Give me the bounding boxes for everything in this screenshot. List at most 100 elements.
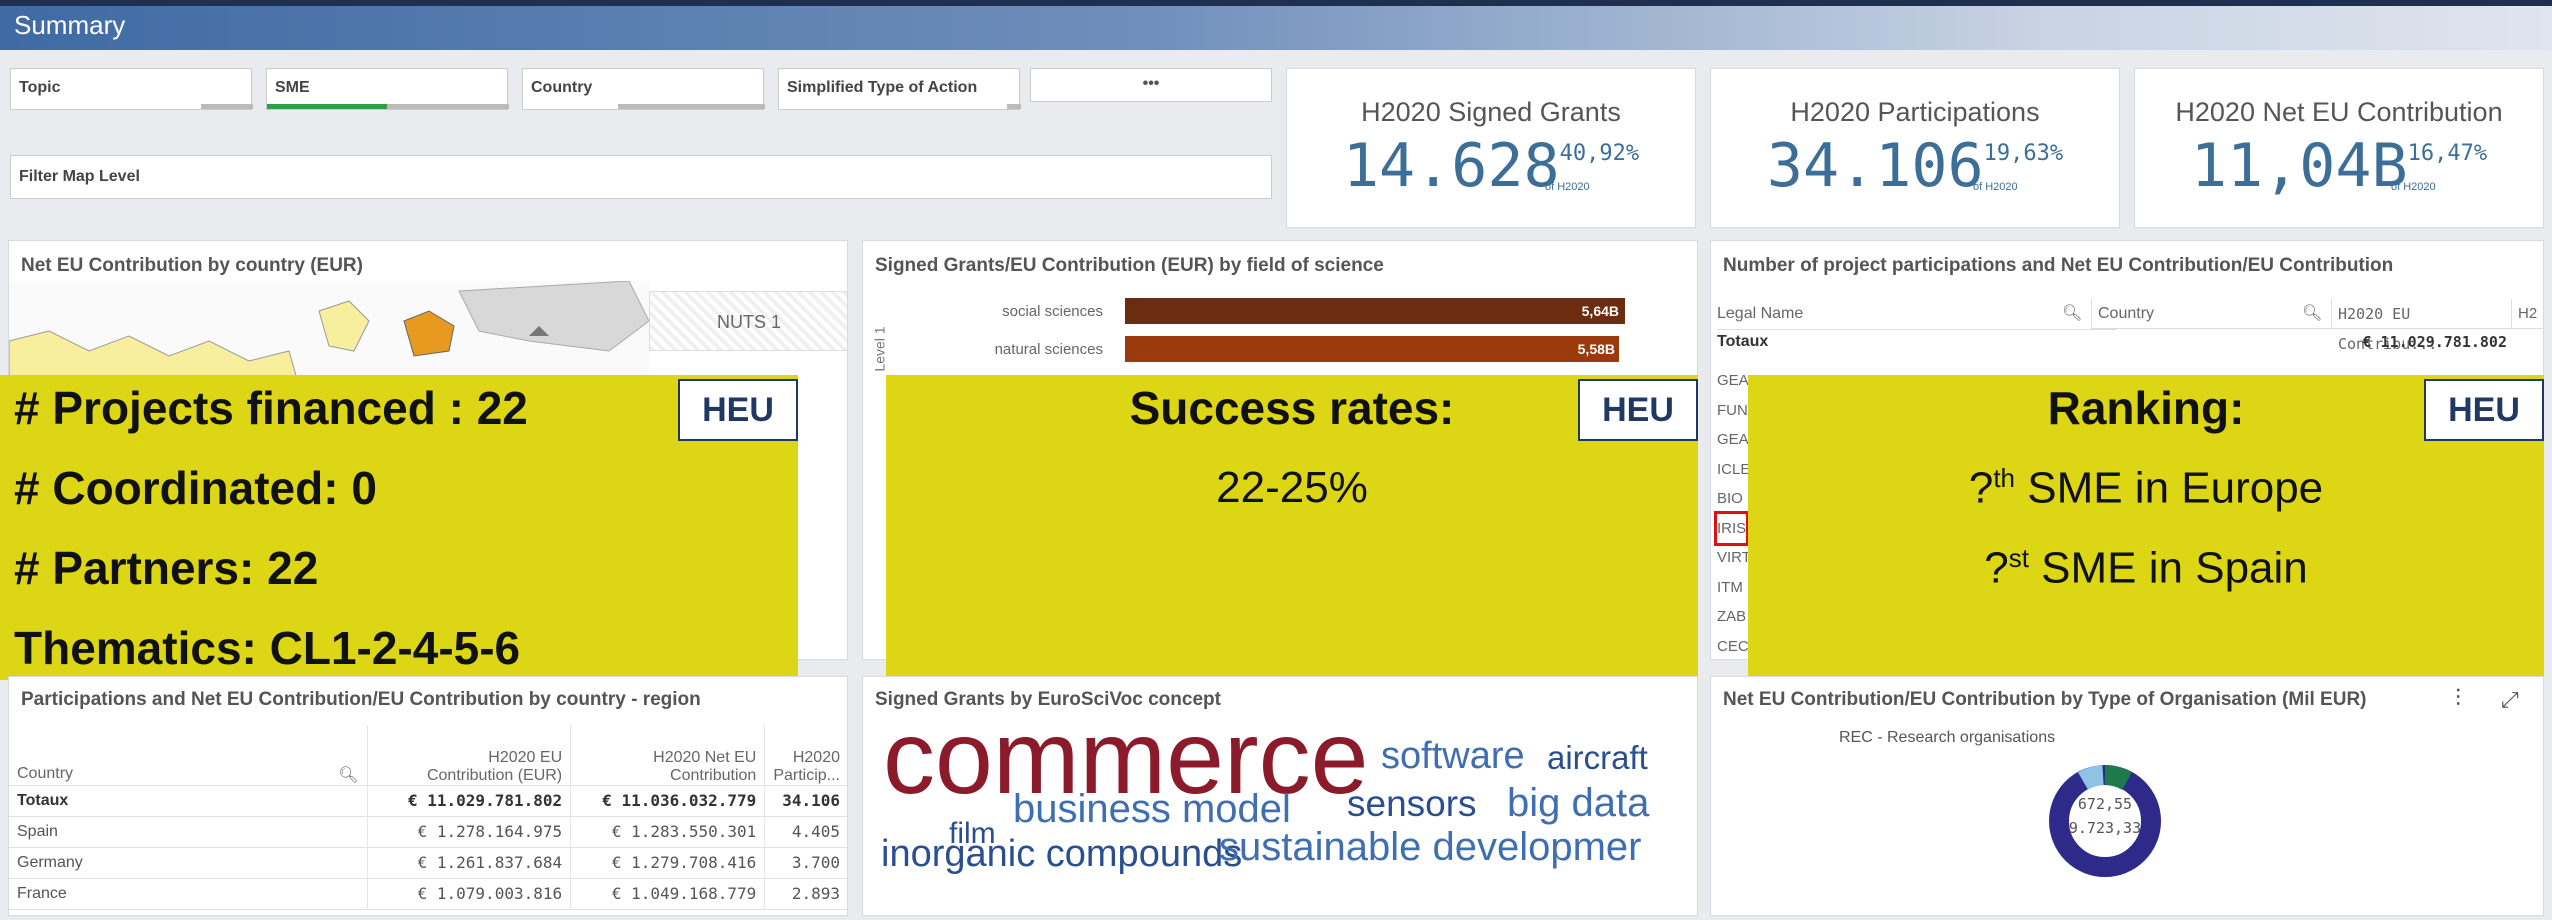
table-row[interactable]: Spain € 1.278.164.975 € 1.283.550.301 4.405 (9, 816, 847, 848)
kpi-participations-pct: 19,63% (1983, 141, 2064, 166)
kpi-signed-grants-pct: 40,92% (1559, 141, 1640, 166)
kpi-participations-title: H2020 Participations (1790, 97, 2040, 127)
table-row[interactable]: IRIS (1713, 510, 1750, 546)
coordinated-text: # Coordinated: 0 (14, 462, 377, 514)
kpi-signed-grants-value: 14.62840,92% (1342, 131, 1640, 201)
page-title: Summary (14, 10, 126, 40)
participations-rows: GEA FUN GEA ICLE BIO IRIS VIRT ITM ZAB C… (1713, 366, 1751, 660)
filter-type-of-action-label: Simplified Type of Action (787, 79, 978, 96)
kpi-signed-grants-title: H2020 Signed Grants (1361, 97, 1621, 127)
table-row[interactable]: GEA (1717, 366, 1751, 396)
overlay-ranking: Ranking: ?th SME in Europe ?st SME in Sp… (1748, 375, 2544, 680)
search-icon[interactable]: 🔍︎ (2062, 299, 2082, 329)
org-donut-chart[interactable] (2045, 743, 2165, 893)
country-panel-title: Participations and Net EU Contribution/E… (21, 689, 701, 710)
filter-topic-bar (201, 104, 253, 109)
word-software[interactable]: software (1381, 735, 1525, 778)
col-net-eu-header[interactable]: H2020 Net EU Contribution (570, 725, 766, 786)
search-icon[interactable]: 🔍︎ (2302, 299, 2322, 329)
filter-topic[interactable]: Topic (10, 68, 253, 110)
kpi-participations-sub: of H2020 (1973, 181, 2018, 193)
col-legal-name[interactable]: Legal Name 🔍︎ (1717, 299, 2117, 330)
filter-country-bar (618, 104, 765, 109)
heu-badge-left: HEU (678, 379, 798, 441)
filter-sliders-icon[interactable]: ⫶ (2455, 685, 2461, 713)
word-big-data[interactable]: big data (1507, 781, 1649, 826)
ranking-europe: ?th SME in Europe (1968, 463, 2324, 513)
col-eu-contribution-header[interactable]: H2020 EU Contribution (EUR) (367, 725, 572, 786)
word-sustainable-development[interactable]: sustainable developmer (1219, 825, 1641, 870)
kpi-participations-value: 34.10619,63% (1766, 131, 2064, 201)
table-row[interactable]: VIRT (1717, 543, 1751, 573)
heu-badge-mid: HEU (1578, 379, 1698, 441)
org-value-2: 9.723,33 (2068, 819, 2142, 837)
table-row[interactable]: FUN (1717, 396, 1751, 426)
kpi-net-eu-sub: of H2020 (2391, 181, 2436, 193)
success-rates-value: 22-25% (1216, 463, 1368, 512)
kpi-net-eu-value: 11,04B16,47% (2190, 131, 2488, 201)
nuts-level-selector[interactable]: NUTS 1 (649, 291, 847, 351)
thematics-text: Thematics: CL1-2-4-5-6 (14, 622, 521, 674)
kpi-net-eu-pct: 16,47% (2407, 141, 2488, 166)
header-bar (0, 0, 2552, 50)
kpi-net-eu-contribution[interactable]: H2020 Net EU Contribution 11,04B16,47% o… (2134, 68, 2544, 228)
success-rates-title: Success rates: (1129, 382, 1455, 434)
table-row[interactable]: ZAB (1717, 602, 1751, 632)
search-icon[interactable]: 🔍︎ (338, 765, 358, 785)
word-aircraft[interactable]: aircraft (1547, 739, 1648, 777)
partners-text: # Partners: 22 (14, 542, 319, 594)
table-row[interactable]: Germany € 1.261.837.684 € 1.279.708.416 3.7… (9, 847, 847, 879)
word-sensors[interactable]: sensors (1347, 783, 1477, 825)
ranking-spain: ?st SME in Spain (1984, 543, 2308, 593)
map-panel-title: Net EU Contribution by country (EUR) (21, 255, 363, 276)
filter-sme[interactable]: SME (266, 68, 509, 110)
kpi-signed-grants[interactable]: H2020 Signed Grants 14.62840,92% of H202… (1286, 68, 1696, 228)
wordcloud-panel[interactable]: Signed Grants by EuroSciVoc concept comm… (862, 676, 1698, 916)
overlay-success-rates: Success rates: 22-25% HEU (886, 375, 1698, 680)
bar-label-social-sciences: social sciences (1002, 303, 1103, 320)
org-value-1: 672,55 (2077, 795, 2133, 813)
org-panel-title: Net EU Contribution/EU Contribution by T… (1723, 689, 2367, 710)
table-row[interactable]: BIO (1717, 484, 1751, 514)
filter-topic-label: Topic (19, 79, 61, 96)
bar-label-natural-sciences: natural sciences (994, 341, 1103, 358)
country-panel[interactable]: Participations and Net EU Contribution/E… (8, 676, 848, 916)
table-row[interactable]: ITM (1717, 573, 1751, 603)
kpi-net-eu-title: H2020 Net EU Contribution (2175, 97, 2503, 127)
filter-country-label: Country (531, 79, 593, 96)
org-legend-label: REC - Research organisations (1839, 729, 2056, 746)
participations-total-label: Totaux (1717, 333, 1769, 350)
kpi-participations[interactable]: H2020 Participations 34.10619,63% of H20… (1710, 68, 2120, 228)
col-country[interactable]: Country 🔍︎ (2091, 299, 2331, 329)
table-row[interactable]: GEA (1717, 425, 1751, 455)
kpi-signed-grants-sub: of H2020 (1545, 181, 1590, 193)
bar-value-social-sciences: 5,64B (1581, 303, 1619, 319)
table-row[interactable]: CEC (1717, 632, 1751, 660)
filter-sme-bar (387, 104, 509, 109)
filter-map-level[interactable]: Filter Map Level (10, 155, 1272, 199)
country-table[interactable]: Country 🔍︎ H2020 EU Contribution (EUR) H2… (9, 725, 847, 910)
filter-map-level-label: Filter Map Level (19, 168, 140, 185)
science-panel-title: Signed Grants/EU Contribution (EUR) by f… (875, 255, 1384, 276)
col-country-header[interactable]: Country 🔍︎ (9, 725, 368, 786)
participations-total-value: € 11.029.781.802 (2362, 333, 2508, 351)
overlay-projects: # Projects financed : 22 # Coordinated: … (0, 375, 798, 680)
filter-sme-label: SME (275, 79, 310, 96)
filter-type-bar (1007, 104, 1021, 109)
table-row[interactable]: France € 1.079.003.816 € 1.049.168.779 2.89… (9, 878, 847, 910)
org-panel[interactable]: Net EU Contribution/EU Contribution by T… (1710, 676, 2544, 916)
heu-badge-right: HEU (2424, 379, 2544, 441)
col-eu-contribution[interactable]: H2020 EU Contribu... (2331, 299, 2511, 353)
more-filters-button[interactable]: ••• (1030, 68, 1272, 102)
col-participations-header[interactable]: H2020 Particip... (764, 725, 847, 786)
participations-panel-title: Number of project participations and Net… (1723, 255, 2394, 276)
filter-country[interactable]: Country (522, 68, 765, 110)
bar-value-natural-sciences: 5,58B (1577, 341, 1615, 357)
col-h2[interactable]: H2 (2511, 299, 2543, 329)
expand-icon[interactable]: ⤢ (2501, 687, 2519, 713)
filter-type-of-action[interactable]: Simplified Type of Action (778, 68, 1021, 110)
table-row-total[interactable]: Totaux € 11.029.781.802 € 11.036.032.779… (9, 785, 847, 817)
table-row[interactable]: ICLE (1717, 455, 1751, 485)
filter-sme-bar-selected (267, 104, 387, 109)
word-inorganic-compounds[interactable]: inorganic compounds (881, 833, 1242, 876)
